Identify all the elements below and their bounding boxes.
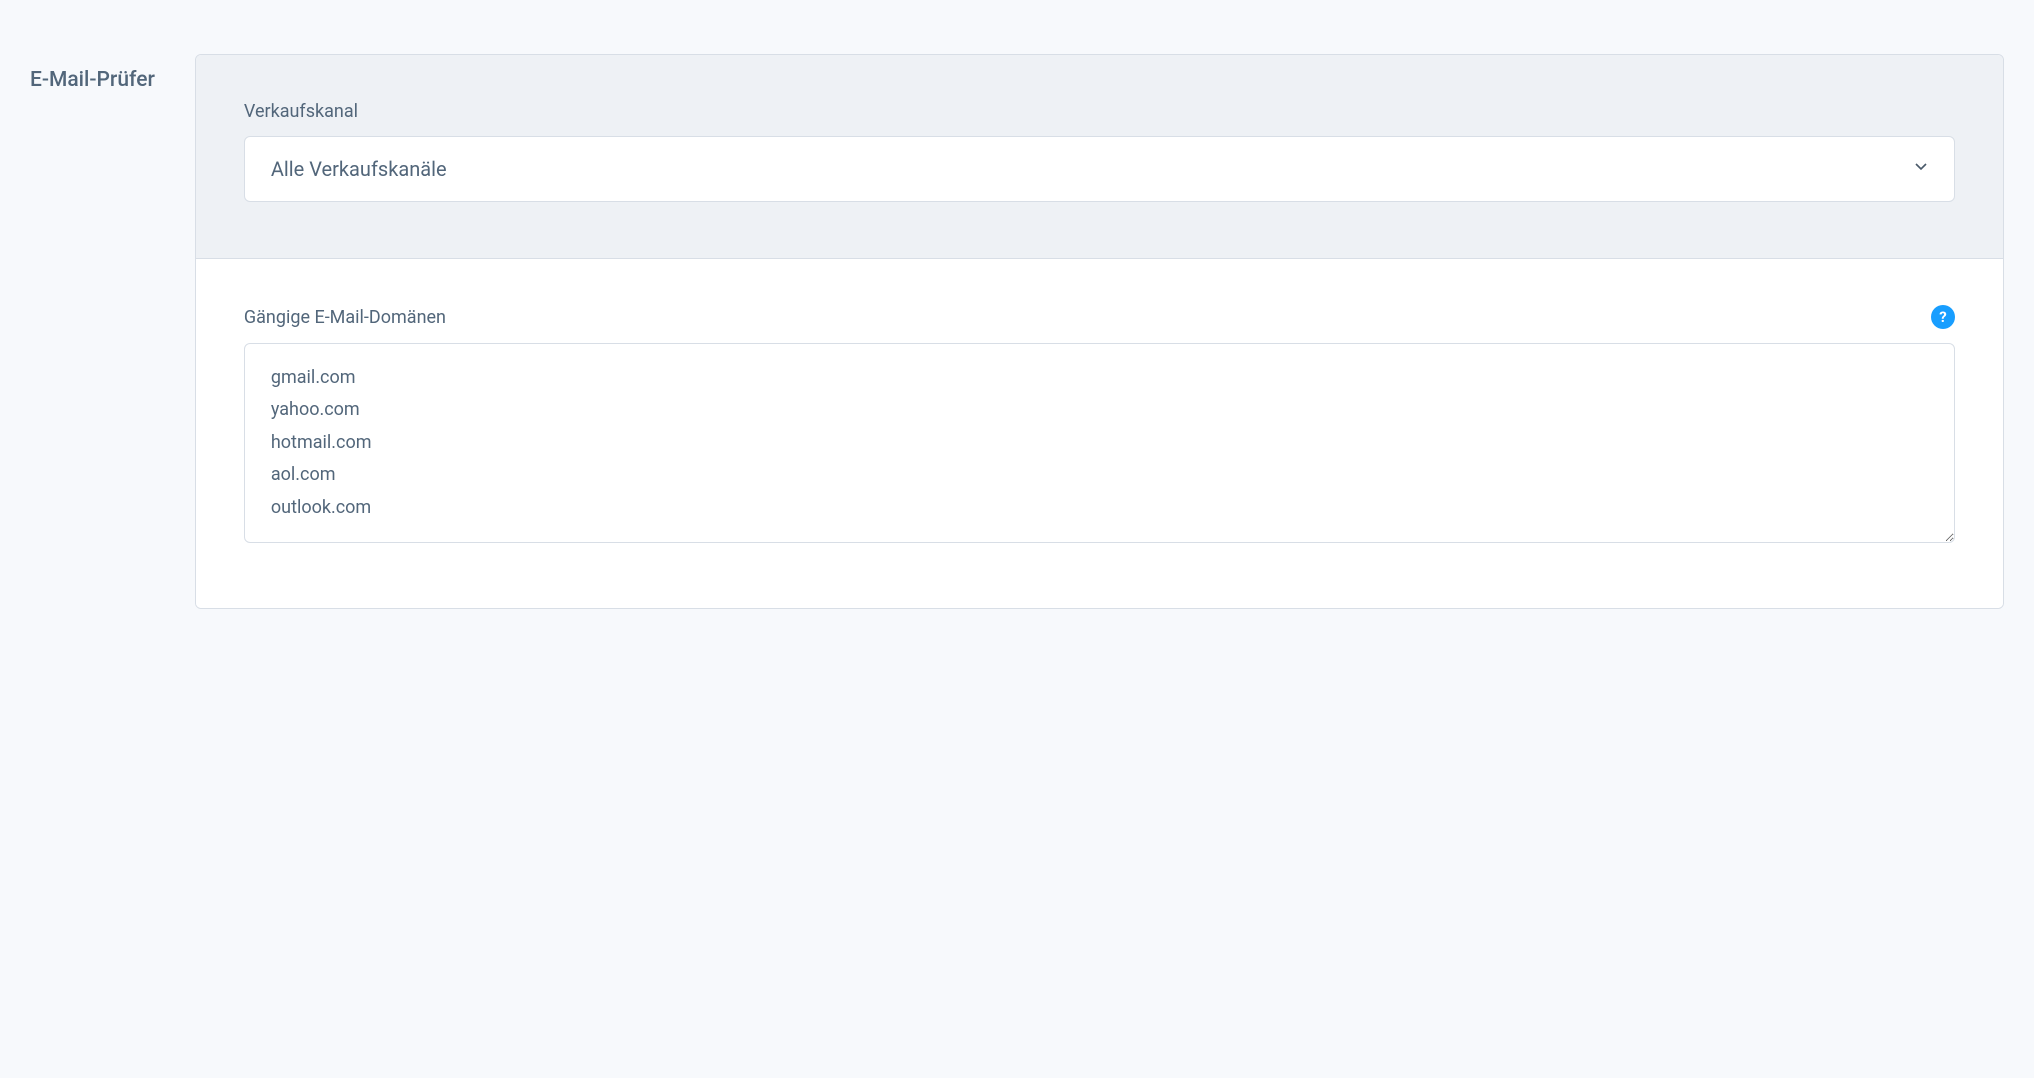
sales-channel-selected-value: Alle Verkaufskanäle <box>271 157 447 181</box>
page-title: E-Mail-Prüfer <box>30 68 155 92</box>
settings-card: Verkaufskanal Alle Verkaufskanäle Gängig… <box>195 54 2004 609</box>
email-domains-section: Gängige E-Mail-Domänen ? <box>196 258 2003 608</box>
sales-channel-select-wrapper: Alle Verkaufskanäle <box>244 136 1955 202</box>
sales-channel-select[interactable]: Alle Verkaufskanäle <box>244 136 1955 202</box>
email-domains-textarea[interactable] <box>244 343 1955 543</box>
sales-channel-label: Verkaufskanal <box>244 101 358 122</box>
sales-channel-section: Verkaufskanal Alle Verkaufskanäle <box>196 55 2003 258</box>
help-icon[interactable]: ? <box>1931 305 1955 329</box>
email-domains-label: Gängige E-Mail-Domänen <box>244 307 446 328</box>
sidebar-title-section: E-Mail-Prüfer <box>30 54 155 609</box>
